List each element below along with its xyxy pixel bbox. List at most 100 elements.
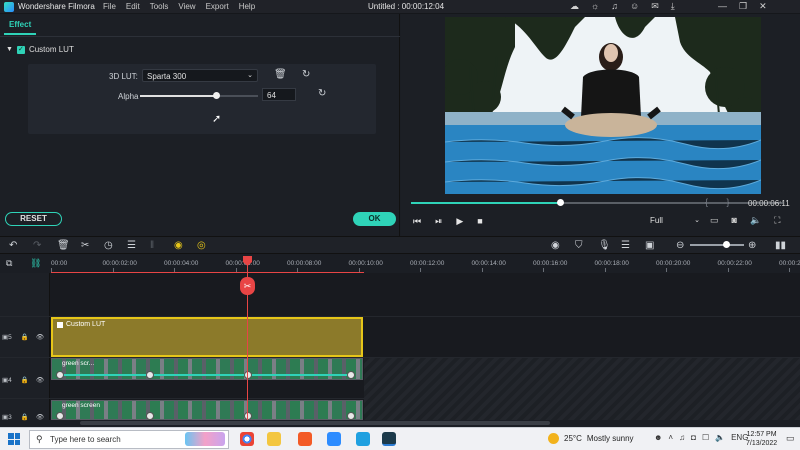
mark-in-out-icons[interactable]: { } [705,197,738,207]
menu-edit[interactable]: Edit [126,2,140,11]
timeline-ruler[interactable]: ⧉ ⛓ 00:00 00:00:02:00 00:00:04:00 00:00:06:… [0,254,800,272]
document-title: Untitled : 00:00:12:04 [368,2,445,11]
video-clip-green-screen-2[interactable]: green screen [51,400,363,420]
zoom-slider-handle[interactable] [723,241,730,248]
lut-effect-clip[interactable]: Custom LUT [51,317,363,357]
people-icon[interactable]: ☻ [654,433,662,442]
collapse-caret-icon[interactable]: ▼ [6,46,13,53]
alpha-value-input[interactable]: 64 [262,88,296,101]
volume-icon[interactable]: 🔈 [750,215,761,226]
headset-icon[interactable]: ♫ [611,1,618,12]
enable-checkbox[interactable]: ✓ [16,45,25,54]
zoom-out-icon[interactable]: ⊖ [676,240,684,251]
tab-effect[interactable]: Effect [9,20,31,29]
restore-icon[interactable]: ❐ [739,1,747,12]
ruler-tick-label: 00:00:10:00 [348,260,383,267]
eye-icon[interactable]: 👁 [36,377,44,384]
keyframe-handle[interactable] [244,371,252,379]
brave-icon[interactable] [298,432,312,446]
play-step-icon[interactable]: ⏯ [435,216,442,227]
chrome-icon[interactable] [240,432,254,446]
reset-button[interactable]: RESET [5,212,62,226]
display-icon[interactable]: ▭ [710,215,719,226]
audio-wave-icon[interactable]: ǁ [150,240,154,251]
keyframe-handle[interactable] [347,412,355,420]
video-clip-green-screen[interactable]: green scr... [51,358,363,380]
keyframe-handle[interactable] [56,371,64,379]
zoom-icon[interactable] [327,432,341,446]
keyframe-handle[interactable] [347,371,355,379]
render-icon[interactable]: ◉ [551,240,560,251]
panel-toggle-icon[interactable]: ▮▮ [775,240,786,251]
mic-icon[interactable]: 🎙 [598,240,611,251]
adjust-icon[interactable]: ☰ [127,240,136,251]
taskbar-clock[interactable]: 12:57 PM 7/13/2022 [746,430,777,448]
zoom-slider-track[interactable] [690,244,744,246]
filmora-taskbar-icon[interactable] [382,432,396,446]
ruler-tick-label: 00:00 [51,260,68,267]
quality-dropdown[interactable]: Full ⌄ [650,216,700,228]
zoom-in-icon[interactable]: ⊕ [748,240,756,251]
alpha-slider-handle[interactable] [213,92,220,99]
lut-dropdown[interactable]: Sparta 300 ⌄ [142,69,258,82]
playback-scrubber-handle[interactable] [557,199,564,206]
keyframe-icon[interactable]: ◎ [197,240,206,251]
file-explorer-icon[interactable] [267,432,281,446]
menu-file[interactable]: File [103,2,116,11]
search-highlight-icon[interactable] [185,432,225,446]
keyframe-handle[interactable] [146,371,154,379]
color-icon[interactable]: ◉ [174,240,183,251]
undo-icon[interactable]: ↶ [9,240,17,251]
keyframe-handle[interactable] [244,412,252,420]
account-icon[interactable]: ☺ [630,1,639,12]
play-icon[interactable]: ▶ [456,216,463,227]
speed-icon[interactable]: ◷ [104,240,113,251]
lock-icon[interactable]: 🔒 [21,334,29,341]
menu-help[interactable]: Help [239,2,255,11]
video-preview[interactable] [445,17,761,194]
split-scissors-icon[interactable]: ✂ [240,277,255,295]
marker-icon[interactable]: ⛉ [575,240,583,251]
previous-frame-icon[interactable]: ⏮ [413,216,421,227]
windows-start-icon[interactable] [8,433,20,445]
fullscreen-icon[interactable]: ⛶ [774,215,780,226]
snapshot-icon[interactable]: ◙ [732,215,737,226]
camera-icon[interactable]: ◘ [691,433,696,442]
eye-icon[interactable]: 👁 [36,334,44,341]
cloud-icon[interactable]: ☁ [570,1,579,12]
chevron-up-icon[interactable]: ˄ [668,433,673,442]
menu-export[interactable]: Export [206,2,229,11]
eye-icon[interactable]: 👁 [36,414,44,421]
link-icon[interactable]: ⛓ [30,258,41,269]
timeline-scrollbar[interactable] [80,421,550,425]
ok-button[interactable]: OK [353,212,396,226]
keyframe-handle[interactable] [56,412,64,420]
stop-icon[interactable]: ■ [477,216,482,227]
menu-view[interactable]: View [178,2,195,11]
subtitle-icon[interactable]: ▣ [645,240,654,251]
menu-tools[interactable]: Tools [150,2,169,11]
network-icon[interactable]: ☐ [702,433,709,442]
speaker-icon[interactable]: 🔈 [715,433,725,442]
section-title: Custom LUT [28,45,74,54]
download-icon[interactable]: ⤓ [671,1,675,12]
weather-widget[interactable]: 25°C Mostly sunny [548,433,634,444]
add-track-icon[interactable]: ⧉ [6,258,12,269]
reset-alpha-icon[interactable]: ↻ [318,88,326,99]
notification-icon[interactable]: ▭ [786,433,795,444]
headset-tray-icon[interactable]: ♫ [679,433,685,442]
lightbulb-icon[interactable]: ☼ [591,1,599,12]
lock-icon[interactable]: 🔒 [21,414,29,421]
lock-icon[interactable]: 🔒 [21,377,29,384]
keyframe-handle[interactable] [146,412,154,420]
close-icon[interactable]: ✕ [759,1,767,12]
delete-icon[interactable]: 🗑 [57,240,70,251]
trash-icon[interactable]: 🗑 [274,69,287,80]
voiceover-icon[interactable]: ☰ [621,240,630,251]
minimize-icon[interactable]: — [718,1,727,12]
reset-lut-icon[interactable]: ↻ [302,69,310,80]
message-icon[interactable]: ✉ [651,1,659,12]
app-icon[interactable] [356,432,370,446]
cut-icon[interactable]: ✂ [81,240,89,251]
redo-icon[interactable]: ↷ [33,240,41,251]
